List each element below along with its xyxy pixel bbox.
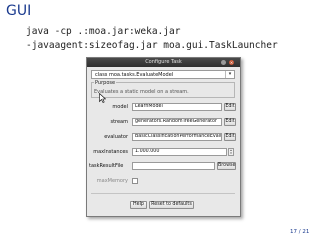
max-memory-row: maxMemory <box>87 177 240 187</box>
model-edit-button[interactable]: Edit <box>224 103 236 111</box>
slide-title: GUI <box>6 3 32 19</box>
model-label: model <box>112 104 128 110</box>
configure-task-dialog: Configure Task × class moa.tasks.Evaluat… <box>86 57 241 217</box>
purpose-label: Purpose <box>94 80 117 86</box>
max-instances-row: maxInstances 1.000.000 ▴ ▾ <box>87 148 240 158</box>
browse-button[interactable]: Browse <box>217 162 236 170</box>
command-line-2: -javaagent:sizeofag.jar moa.gui.TaskLaun… <box>26 40 278 51</box>
stream-row: stream generators.RandomTreeGenerator Ed… <box>87 118 240 128</box>
minimize-icon[interactable] <box>221 60 226 65</box>
purpose-group: Purpose Evaluates a static model on a st… <box>91 80 235 98</box>
divider <box>91 193 235 194</box>
task-class-value: class moa.tasks.EvaluateModel <box>95 72 174 78</box>
stream-field[interactable]: generators.RandomTreeGenerator <box>132 118 222 126</box>
evaluator-edit-button[interactable]: Edit <box>224 133 236 141</box>
task-result-file-row: taskResultFile Browse <box>87 162 240 172</box>
max-memory-label: maxMemory <box>96 178 128 184</box>
task-result-file-field[interactable] <box>132 162 215 170</box>
evaluator-row: evaluator BasicClassificationPerformance… <box>87 133 240 143</box>
purpose-description: Evaluates a static model on a stream. <box>94 89 189 95</box>
model-field[interactable]: LearnModel <box>132 103 222 111</box>
dialog-buttons: Help Reset to defaults <box>87 201 240 211</box>
max-instances-label: maxInstances <box>93 149 128 155</box>
help-button[interactable]: Help <box>130 201 147 209</box>
max-memory-checkbox[interactable] <box>132 178 138 184</box>
max-instances-stepper[interactable]: ▴ ▾ <box>228 148 234 156</box>
evaluator-label: evaluator <box>104 134 128 140</box>
dialog-title: Configure Task <box>145 59 182 65</box>
mouse-pointer-icon <box>99 93 106 103</box>
max-instances-field[interactable]: 1.000.000 <box>132 148 227 156</box>
evaluator-field[interactable]: BasicClassificationPerformanceEvaluator <box>132 133 222 141</box>
close-icon[interactable]: × <box>229 60 234 65</box>
command-line-1: java -cp .:moa.jar:weka.jar <box>26 26 181 37</box>
dialog-titlebar[interactable]: Configure Task × <box>87 58 240 67</box>
slide-page-number: 17 / 21 <box>290 229 310 235</box>
task-class-selector[interactable]: class moa.tasks.EvaluateModel ▾ <box>91 70 235 79</box>
reset-to-defaults-button[interactable]: Reset to defaults <box>149 201 194 209</box>
task-result-file-label: taskResultFile <box>89 163 124 169</box>
chevron-down-icon[interactable]: ▾ <box>225 71 234 78</box>
model-row: model LearnModel Edit <box>87 103 240 113</box>
stream-edit-button[interactable]: Edit <box>224 118 236 126</box>
stream-label: stream <box>110 119 128 125</box>
